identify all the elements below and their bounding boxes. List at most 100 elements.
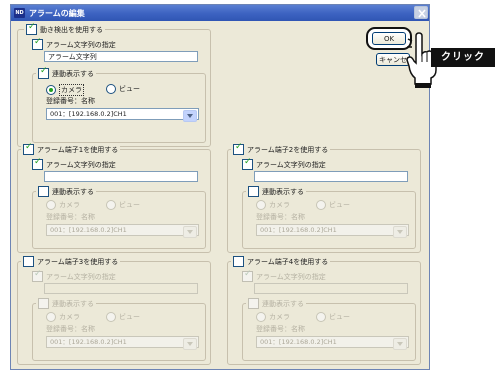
alarm-terminal-4-view-radio[interactable]: ビュー (316, 312, 350, 322)
alarm-terminal-1-camera-select-value: 001：[192.168.0.2]CH1 (50, 226, 127, 234)
alarm-terminal-4-camera-radio-button[interactable] (256, 312, 266, 322)
alarm-terminal-4-toggle[interactable]: アラーム端子4を使用する (231, 256, 331, 267)
alarm-terminal-1-checkbox[interactable] (23, 142, 34, 155)
alarm-terminal-1-group: アラーム端子1を使用する アラーム文字列の指定 連動表示する カメラ ビュー (17, 142, 211, 253)
motion-linked-checkbox[interactable] (38, 66, 49, 79)
alarm-terminal-3-string-toggle[interactable]: アラーム文字列の指定 (32, 269, 116, 282)
alarm-terminal-1-string-input[interactable] (44, 171, 198, 182)
alarm-terminal-3-camera-radio[interactable]: カメラ (46, 312, 80, 322)
ok-button[interactable]: OK (372, 32, 406, 45)
alarm-terminal-4-linked-group: 連動表示する カメラ ビュー 登録番号：名称 001：[192.168.0.2]… (242, 298, 416, 361)
chevron-down-icon[interactable] (183, 338, 197, 350)
alarm-terminal-4-string-label: アラーム文字列の指定 (256, 272, 326, 281)
alarm-terminal-3-camera-select[interactable]: 001：[192.168.0.2]CH1 (46, 336, 199, 350)
alarm-terminal-1-camera-radio-button[interactable] (46, 200, 56, 210)
alarm-terminal-4-camera-select-value: 001：[192.168.0.2]CH1 (260, 338, 337, 346)
motion-detect-toggle[interactable]: 動き検出を使用する (24, 22, 105, 35)
alarm-terminal-4-group: アラーム端子4を使用する アラーム文字列の指定 連動表示する カメラ ビュー (227, 256, 421, 365)
dialog-body: 動き検出を使用する アラーム文字列の指定 アラーム文字列 連動表示する カメラ (11, 21, 429, 369)
alarm-terminal-2-toggle[interactable]: アラーム端子2を使用する (231, 142, 331, 155)
alarm-terminal-4-camera-select[interactable]: 001：[192.168.0.2]CH1 (256, 336, 409, 350)
alarm-terminal-3-string-label: アラーム文字列の指定 (46, 272, 116, 281)
alarm-terminal-3-group: アラーム端子3を使用する アラーム文字列の指定 連動表示する カメラ ビュー (17, 256, 211, 365)
alarm-terminal-2-linked-checkbox[interactable] (248, 186, 259, 197)
alarm-terminal-3-camera-label: カメラ (59, 313, 80, 321)
alarm-terminal-2-view-radio[interactable]: ビュー (316, 200, 350, 210)
chevron-down-icon[interactable] (183, 226, 197, 238)
alarm-terminal-2-camera-radio[interactable]: カメラ (256, 200, 290, 210)
alarm-terminal-1-linked-checkbox[interactable] (38, 186, 49, 197)
alarm-terminal-2-camera-label: カメラ (269, 201, 290, 209)
motion-camera-radio-button[interactable] (46, 85, 56, 95)
motion-view-radio[interactable]: ビュー (106, 84, 140, 94)
alarm-terminal-4-camera-radio[interactable]: カメラ (256, 312, 290, 322)
alarm-terminal-1-view-label: ビュー (119, 201, 140, 209)
alarm-terminal-1-camera-select[interactable]: 001：[192.168.0.2]CH1 (46, 224, 199, 238)
cancel-button[interactable]: キャンセ (376, 53, 410, 66)
alarm-terminal-4-reg-label: 登録番号：名称 (256, 325, 305, 333)
alarm-terminal-1-linked-label: 連動表示する (52, 187, 94, 196)
chevron-down-icon[interactable] (393, 226, 407, 238)
alarm-terminal-2-string-toggle[interactable]: アラーム文字列の指定 (242, 157, 326, 170)
alarm-terminal-4-linked-label: 連動表示する (262, 299, 304, 308)
alarm-terminal-2-linked-group: 連動表示する カメラ ビュー 登録番号：名称 001：[192.168.0.2]… (242, 186, 416, 249)
motion-detect-checkbox[interactable] (26, 22, 37, 35)
alarm-terminal-4-linked-toggle[interactable]: 連動表示する (246, 298, 306, 309)
alarm-terminal-3-view-radio[interactable]: ビュー (106, 312, 140, 322)
alarm-terminal-4-string-checkbox[interactable] (242, 269, 253, 282)
alarm-terminal-3-view-radio-button[interactable] (106, 312, 116, 322)
chevron-down-icon[interactable] (183, 110, 197, 122)
alarm-terminal-1-string-label: アラーム文字列の指定 (46, 160, 116, 169)
chevron-down-icon[interactable] (393, 338, 407, 350)
motion-view-label: ビュー (119, 85, 140, 93)
motion-string-input[interactable]: アラーム文字列 (44, 51, 198, 62)
alarm-edit-dialog: ND アラームの編集 動き検出を使用する アラーム文字列の指定 アラーム文字列 … (10, 4, 430, 370)
alarm-terminal-1-label: アラーム端子1を使用する (37, 145, 119, 154)
alarm-terminal-1-string-checkbox[interactable] (32, 157, 43, 170)
alarm-terminal-3-toggle[interactable]: アラーム端子3を使用する (21, 256, 121, 267)
alarm-terminal-2-camera-select[interactable]: 001：[192.168.0.2]CH1 (256, 224, 409, 238)
alarm-terminal-1-linked-toggle[interactable]: 連動表示する (36, 186, 96, 197)
motion-camera-select[interactable]: 001：[192.168.0.2]CH1 (46, 108, 199, 122)
alarm-terminal-3-checkbox[interactable] (23, 256, 34, 267)
alarm-terminal-3-linked-checkbox[interactable] (38, 298, 49, 309)
alarm-terminal-3-linked-toggle[interactable]: 連動表示する (36, 298, 96, 309)
alarm-terminal-3-reg-label: 登録番号：名称 (46, 325, 95, 333)
alarm-terminal-1-linked-group: 連動表示する カメラ ビュー 登録番号：名称 001：[192.168.0.2]… (32, 186, 206, 249)
motion-string-checkbox[interactable] (32, 37, 43, 50)
alarm-terminal-1-view-radio-button[interactable] (106, 200, 116, 210)
motion-detect-label: 動き検出を使用する (40, 25, 103, 34)
alarm-terminal-2-linked-toggle[interactable]: 連動表示する (246, 186, 306, 197)
alarm-terminal-2-label: アラーム端子2を使用する (247, 145, 329, 154)
motion-view-radio-button[interactable] (106, 84, 116, 94)
motion-linked-toggle[interactable]: 連動表示する (36, 66, 96, 79)
motion-camera-select-value: 001：[192.168.0.2]CH1 (50, 110, 127, 118)
alarm-terminal-2-string-checkbox[interactable] (242, 157, 253, 170)
alarm-terminal-1-string-toggle[interactable]: アラーム文字列の指定 (32, 157, 116, 170)
alarm-terminal-2-string-input[interactable] (254, 171, 408, 182)
motion-camera-label: カメラ (59, 84, 84, 96)
motion-camera-radio[interactable]: カメラ (46, 84, 84, 96)
alarm-terminal-4-checkbox[interactable] (233, 256, 244, 267)
alarm-terminal-4-camera-label: カメラ (269, 313, 290, 321)
alarm-terminal-1-camera-label: カメラ (59, 201, 80, 209)
close-icon[interactable] (414, 6, 428, 19)
alarm-terminal-4-linked-checkbox[interactable] (248, 298, 259, 309)
alarm-terminal-4-string-input[interactable] (254, 283, 408, 294)
alarm-terminal-4-string-toggle[interactable]: アラーム文字列の指定 (242, 269, 326, 282)
alarm-terminal-3-string-input[interactable] (44, 283, 198, 294)
alarm-terminal-2-view-radio-button[interactable] (316, 200, 326, 210)
alarm-terminal-3-camera-select-value: 001：[192.168.0.2]CH1 (50, 338, 127, 346)
alarm-terminal-2-reg-label: 登録番号：名称 (256, 213, 305, 221)
alarm-terminal-1-camera-radio[interactable]: カメラ (46, 200, 80, 210)
motion-string-toggle[interactable]: アラーム文字列の指定 (32, 37, 116, 50)
alarm-terminal-1-view-radio[interactable]: ビュー (106, 200, 140, 210)
alarm-terminal-1-toggle[interactable]: アラーム端子1を使用する (21, 142, 121, 155)
alarm-terminal-3-camera-radio-button[interactable] (46, 312, 56, 322)
alarm-terminal-2-checkbox[interactable] (233, 142, 244, 155)
click-callout: クリック (431, 48, 495, 67)
alarm-terminal-3-view-label: ビュー (119, 313, 140, 321)
alarm-terminal-3-string-checkbox[interactable] (32, 269, 43, 282)
alarm-terminal-4-view-radio-button[interactable] (316, 312, 326, 322)
alarm-terminal-2-camera-radio-button[interactable] (256, 200, 266, 210)
